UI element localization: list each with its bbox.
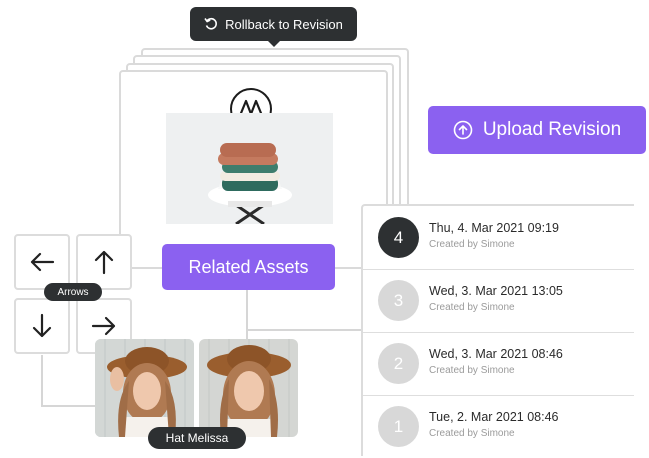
revision-date: Wed, 3. Mar 2021 13:05: [429, 284, 563, 298]
revision-number: 2: [378, 343, 419, 384]
arrow-right-icon: [91, 316, 116, 336]
revision-item[interactable]: 1 Tue, 2. Mar 2021 08:46 Created by Simo…: [363, 395, 634, 458]
revision-history-panel: 4 Thu, 4. Mar 2021 09:19 Created by Simo…: [361, 204, 634, 456]
related-assets-label: Related Assets: [188, 256, 309, 277]
arrow-up-icon: [94, 250, 114, 275]
revision-number: 1: [378, 406, 419, 447]
photo-group-label: Hat Melissa: [148, 427, 246, 449]
arrow-left-key[interactable]: [14, 234, 70, 290]
revision-author: Created by Simone: [429, 302, 515, 313]
arrow-up-key[interactable]: [76, 234, 132, 290]
revision-date: Thu, 4. Mar 2021 09:19: [429, 221, 559, 235]
rollback-icon: [204, 17, 218, 30]
revision-item[interactable]: 4 Thu, 4. Mar 2021 09:19 Created by Simo…: [363, 206, 634, 270]
arrows-label: Arrows: [44, 283, 102, 301]
revision-number: 4: [378, 217, 419, 258]
upload-revision-button[interactable]: Upload Revision: [428, 106, 646, 154]
upload-icon: [453, 120, 473, 140]
related-assets-button[interactable]: Related Assets: [162, 244, 335, 290]
product-image: [166, 113, 333, 224]
upload-revision-label: Upload Revision: [482, 119, 622, 140]
photo-hat-left[interactable]: [95, 339, 194, 437]
revision-date: Tue, 2. Mar 2021 08:46: [429, 410, 559, 424]
revision-item[interactable]: 2 Wed, 3. Mar 2021 08:46 Created by Simo…: [363, 332, 634, 396]
revision-date: Wed, 3. Mar 2021 08:46: [429, 347, 563, 361]
connector-line: [246, 290, 248, 342]
revision-number: 3: [378, 280, 419, 321]
arrow-left-icon: [30, 252, 55, 272]
revision-author: Created by Simone: [429, 428, 515, 439]
revision-item[interactable]: 3 Wed, 3. Mar 2021 13:05 Created by Simo…: [363, 269, 634, 333]
connector-line: [41, 405, 101, 407]
arrow-down-icon: [32, 313, 52, 338]
rollback-tooltip[interactable]: Rollback to Revision: [190, 7, 357, 47]
rollback-label: Rollback to Revision: [225, 16, 343, 32]
connector-line: [246, 329, 362, 331]
revision-author: Created by Simone: [429, 239, 515, 250]
photo-hat-right[interactable]: [199, 339, 298, 437]
arrow-down-key[interactable]: [14, 298, 70, 354]
revision-author: Created by Simone: [429, 365, 515, 376]
connector-line: [41, 355, 43, 407]
